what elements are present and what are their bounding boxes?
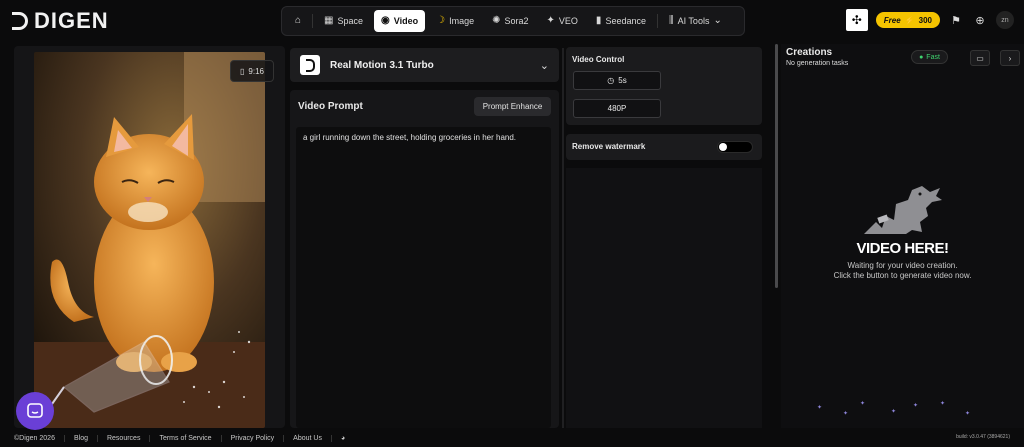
- model-name: Real Motion 3.1 Turbo: [330, 59, 434, 71]
- nav-seedance-label: Seedance: [605, 16, 646, 26]
- main-nav: ⌂ ▦ Space ◉ Video ☽ Image ✺ Sora2 ✦ VEO ▮ Seed…: [281, 6, 745, 36]
- dot-icon: ●: [919, 53, 924, 61]
- speed-badge[interactable]: ● Fast: [911, 50, 948, 64]
- discord-icon[interactable]: ◕: [330, 435, 354, 442]
- sora-icon: ✺: [492, 15, 501, 26]
- brand-logo[interactable]: DIGEN: [12, 8, 109, 34]
- flag-icon[interactable]: ⚑: [948, 14, 964, 27]
- video-placeholder-text: Waiting for your video creation. Click t…: [781, 261, 1024, 281]
- control-column-fill: [566, 168, 762, 428]
- tools-icon: ⫼: [668, 15, 674, 26]
- nav-video-label: Video: [393, 16, 419, 26]
- nav-ai-tools-label: AI Tools: [677, 16, 710, 26]
- nav-sora2[interactable]: ✺ Sora2: [485, 10, 535, 32]
- preview-image: [34, 52, 265, 428]
- prompt-enhance-button[interactable]: Prompt Enhance: [474, 97, 551, 116]
- nav-space[interactable]: ▦ Space: [317, 10, 370, 32]
- phone-icon: ▯: [240, 66, 245, 76]
- nav-divider: [656, 14, 658, 28]
- bolt-icon: ⚡: [904, 15, 915, 25]
- veo-icon: ✦: [546, 15, 555, 26]
- video-icon: ◉: [381, 15, 390, 26]
- nav-home[interactable]: ⌂: [288, 10, 308, 32]
- nav-veo[interactable]: ✦ VEO: [540, 10, 585, 32]
- prompt-title: Video Prompt: [298, 101, 363, 112]
- footer-link-about[interactable]: About Us: [283, 435, 331, 442]
- header-actions: ✣ Free ⚡ 300 ⚑ ⊕ zn: [845, 9, 1014, 31]
- nav-divider: [312, 14, 314, 28]
- nav-image[interactable]: ☽ Image: [429, 10, 481, 32]
- nav-veo-label: VEO: [558, 16, 578, 26]
- footer-link-blog[interactable]: Blog: [63, 435, 97, 442]
- creations-title: Creations: [786, 47, 833, 58]
- banana-icon: ☽: [436, 15, 446, 26]
- brand-name: DIGEN: [34, 8, 109, 33]
- resolution-button[interactable]: 480P: [573, 99, 661, 118]
- watermark-label: Remove watermark: [572, 142, 646, 151]
- placeholder-line-1: Waiting for your video creation.: [847, 261, 958, 270]
- resolution-label: 480P: [607, 104, 627, 113]
- footer-link-terms[interactable]: Terms of Service: [149, 435, 220, 442]
- scrollbar[interactable]: [775, 44, 778, 288]
- nav-video[interactable]: ◉ Video: [374, 10, 426, 32]
- layout-toggle-icon[interactable]: ▭: [970, 50, 990, 66]
- speed-label: Fast: [926, 53, 940, 61]
- bars-icon: ▮: [595, 15, 602, 26]
- toggle-knob: [719, 143, 727, 151]
- video-control-title: Video Control: [572, 55, 625, 64]
- chevron-down-icon: ⌄: [539, 59, 549, 72]
- prompt-input[interactable]: a girl running down the street, holding …: [296, 127, 551, 428]
- grid-icon: ▦: [324, 15, 334, 26]
- nav-seedance[interactable]: ▮ Seedance: [589, 10, 653, 32]
- nav-space-label: Space: [337, 16, 364, 26]
- creations-subtitle: No generation tasks: [786, 60, 849, 67]
- watermark-toggle[interactable]: [717, 141, 753, 153]
- aspect-ratio-label: 9:16: [248, 66, 264, 76]
- qr-code-icon[interactable]: ✣: [845, 9, 868, 31]
- credits-badge[interactable]: Free ⚡ 300: [875, 12, 940, 28]
- dinosaur-mascot-icon: [856, 182, 946, 243]
- duration-label: 5s: [618, 76, 627, 85]
- aspect-ratio-chip[interactable]: ▯ 9:16: [230, 60, 274, 82]
- home-icon: ⌂: [295, 15, 302, 26]
- avatar[interactable]: zn: [996, 11, 1014, 29]
- nav-sora2-label: Sora2: [504, 16, 529, 26]
- nav-image-label: Image: [449, 16, 475, 26]
- sparkle-decoration: ✦ ✦ ✦ ✦ ✦ ✦ ✦: [817, 401, 971, 417]
- footer-copyright: ©Digen 2026: [14, 435, 55, 442]
- divider: [562, 48, 564, 428]
- footer-link-resources[interactable]: Resources: [96, 435, 149, 442]
- chat-support-button[interactable]: [16, 392, 54, 430]
- digen-logo-icon: [12, 12, 28, 30]
- chevron-right-icon[interactable]: ›: [1000, 50, 1020, 66]
- duration-button[interactable]: ◷ 5s: [573, 71, 661, 90]
- chevron-down-icon: ⌄: [713, 15, 722, 26]
- footer: ©Digen 2026 Blog Resources Terms of Serv…: [0, 430, 1024, 447]
- nav-ai-tools[interactable]: ⫼ AI Tools ⌄: [662, 10, 729, 32]
- placeholder-line-2: Click the button to generate video now.: [833, 271, 972, 280]
- model-selector[interactable]: Real Motion 3.1 Turbo ⌄: [290, 48, 559, 82]
- model-logo-icon: [300, 55, 320, 75]
- clock-icon: ◷: [607, 76, 615, 85]
- chat-icon: [27, 403, 43, 418]
- build-version: build: v3.0.47 (3894621): [956, 434, 1010, 440]
- video-placeholder-title: VIDEO HERE!: [856, 240, 949, 257]
- globe-icon[interactable]: ⊕: [972, 14, 988, 27]
- footer-link-privacy[interactable]: Privacy Policy: [220, 435, 284, 442]
- credits-count: 300: [918, 15, 932, 25]
- free-label: Free: [883, 15, 901, 25]
